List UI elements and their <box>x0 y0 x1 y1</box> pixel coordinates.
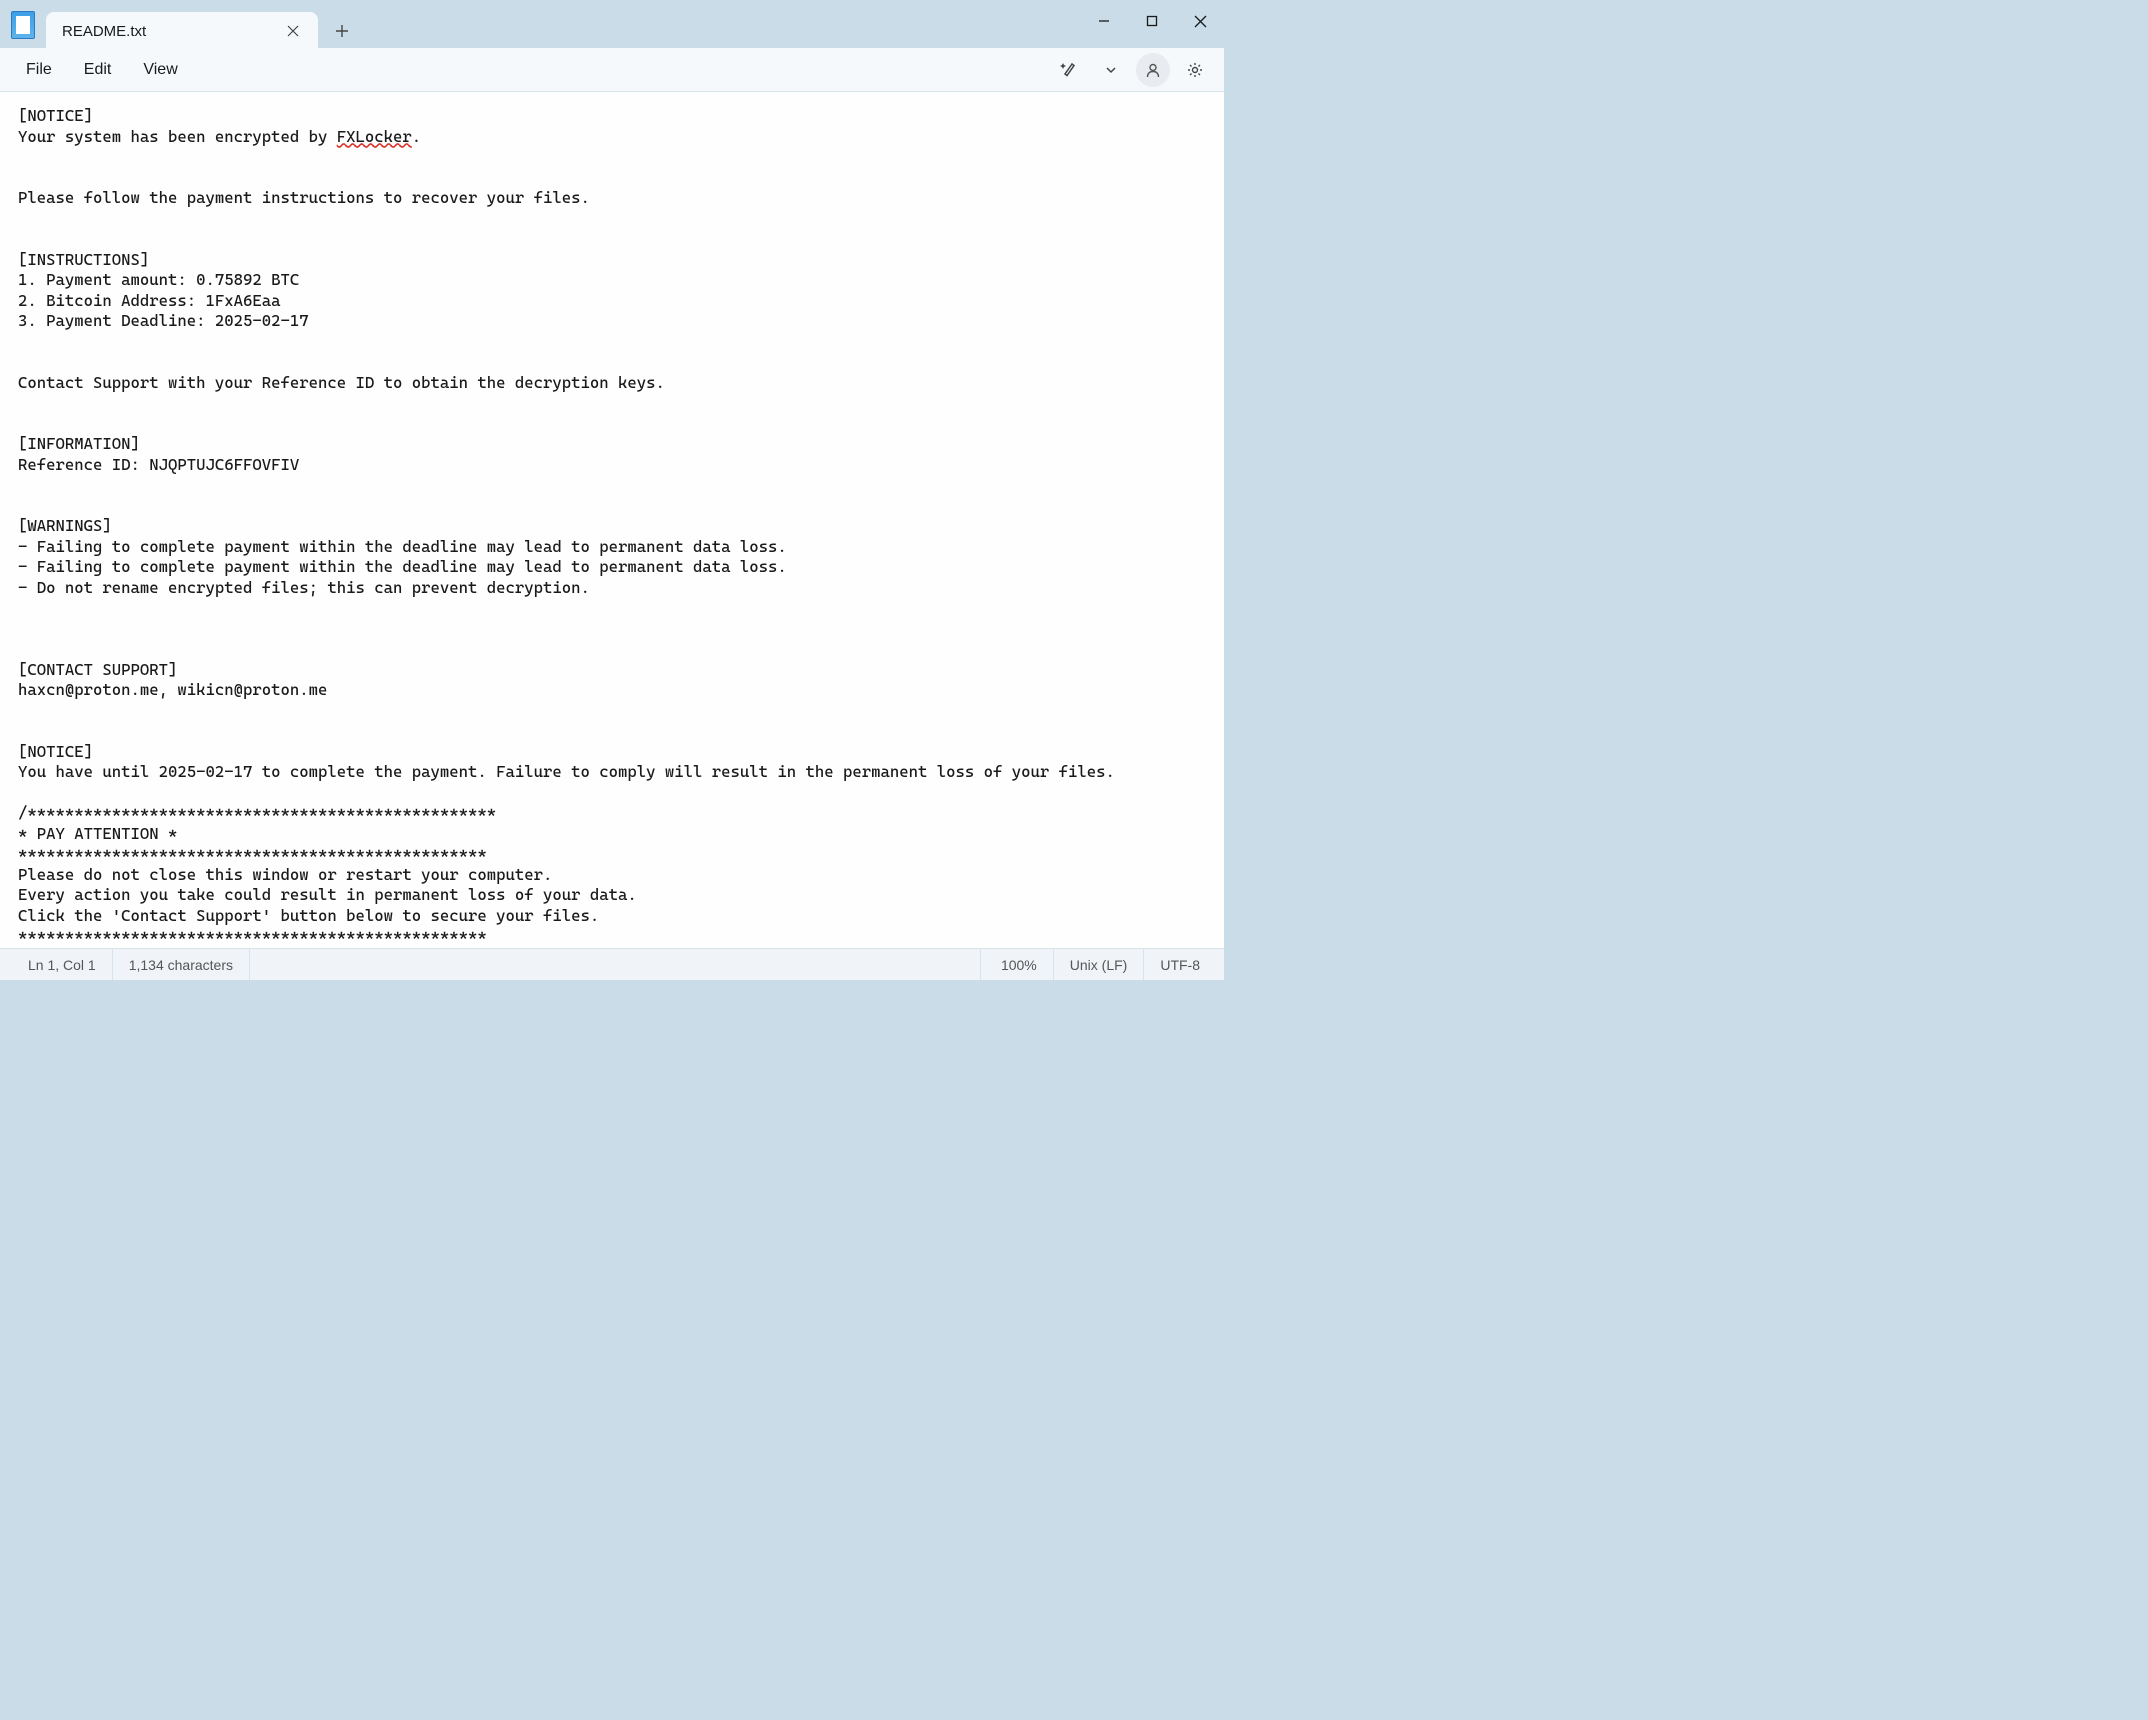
text-line: Contact Support with your Reference ID t… <box>18 373 665 392</box>
text-line: [NOTICE] <box>18 106 93 125</box>
text-line: [CONTACT SUPPORT] <box>18 660 177 679</box>
menu-view[interactable]: View <box>129 55 191 85</box>
window-controls <box>1080 2 1224 44</box>
menu-edit[interactable]: Edit <box>70 55 126 85</box>
text-line: Click the 'Contact Support' button below… <box>18 906 599 925</box>
tabs-area: README.txt <box>46 2 1080 50</box>
text-line: Reference ID: NJQPTUJC6FFOVFIV <box>18 455 299 474</box>
text-line: Your system has been encrypted by FXLock… <box>18 127 421 146</box>
text-editor[interactable]: [NOTICE] Your system has been encrypted … <box>0 92 1224 948</box>
maximize-button[interactable] <box>1128 2 1176 40</box>
text-line: [INFORMATION] <box>18 434 140 453</box>
menu-file[interactable]: File <box>12 55 66 85</box>
text-line: * PAY ATTENTION * <box>18 824 177 843</box>
text-line: - Do not rename encrypted files; this ca… <box>18 578 590 597</box>
text-line: haxcn@proton.me, wikicn@proton.me <box>18 680 327 699</box>
status-line-ending[interactable]: Unix (LF) <box>1053 949 1144 980</box>
text-line: ****************************************… <box>18 926 487 945</box>
text-line: [WARNINGS] <box>18 516 112 535</box>
text-line: 2. Bitcoin Address: 1FxA6Eaa <box>18 291 281 310</box>
status-zoom[interactable]: 100% <box>980 949 1053 980</box>
rewrite-ai-icon[interactable] <box>1052 53 1086 87</box>
status-characters: 1,134 characters <box>113 949 250 980</box>
menubar: File Edit View <box>0 48 1224 92</box>
text-line: /***************************************… <box>18 803 496 822</box>
account-icon[interactable] <box>1136 53 1170 87</box>
text-line: Please follow the payment instructions t… <box>18 188 590 207</box>
text-line: [NOTICE] <box>18 742 93 761</box>
text-line: Every action you take could result in pe… <box>18 885 637 904</box>
text-line: 1. Payment amount: 0.75892 BTC <box>18 270 299 289</box>
minimize-button[interactable] <box>1080 2 1128 40</box>
tab-title: README.txt <box>62 23 278 40</box>
close-button[interactable] <box>1176 2 1224 40</box>
spell-error: FXLocker <box>337 127 412 146</box>
file-tab[interactable]: README.txt <box>46 12 318 50</box>
status-encoding[interactable]: UTF-8 <box>1143 949 1216 980</box>
status-position[interactable]: Ln 1, Col 1 <box>8 949 113 980</box>
statusbar: Ln 1, Col 1 1,134 characters 100% Unix (… <box>0 948 1224 980</box>
text-line: You have until 2025-02-17 to complete th… <box>18 762 1115 781</box>
text-line: Please do not close this window or resta… <box>18 865 552 884</box>
settings-gear-icon[interactable] <box>1178 53 1212 87</box>
text-line: 3. Payment Deadline: 2025-02-17 <box>18 311 309 330</box>
new-tab-button[interactable] <box>322 12 362 50</box>
text-line: ****************************************… <box>18 844 487 863</box>
close-tab-icon[interactable] <box>278 16 308 46</box>
text-line: - Failing to complete payment within the… <box>18 557 787 576</box>
text-line: - Failing to complete payment within the… <box>18 537 787 556</box>
titlebar: README.txt <box>0 0 1224 48</box>
text-line: [INSTRUCTIONS] <box>18 250 149 269</box>
chevron-down-icon[interactable] <box>1094 53 1128 87</box>
notepad-app-icon <box>0 2 46 48</box>
